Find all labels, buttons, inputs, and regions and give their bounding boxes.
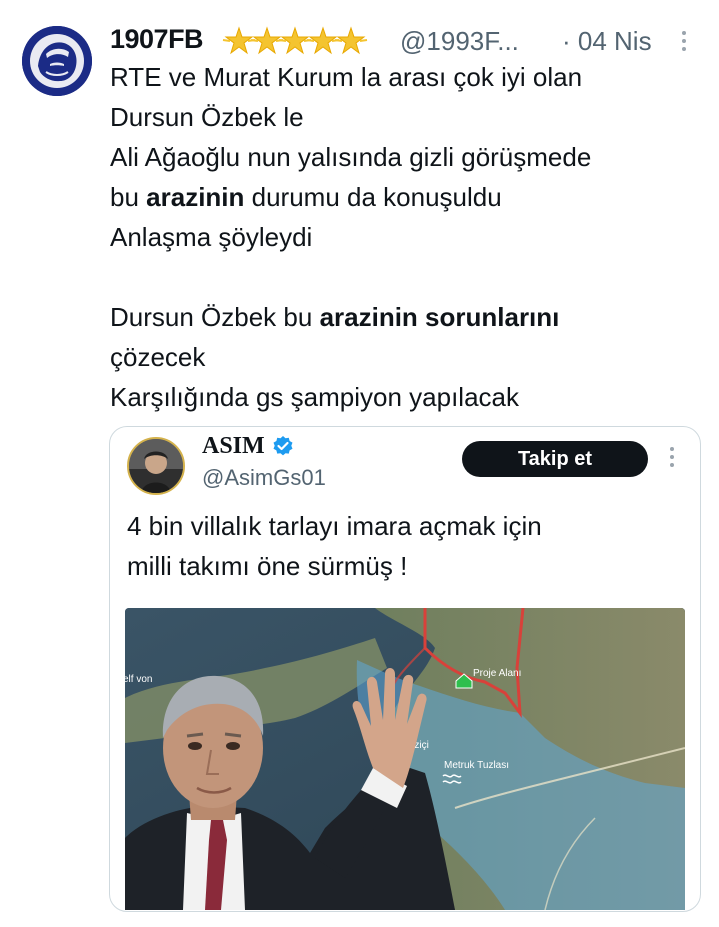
quoted-tweet-card[interactable]: ASIM @AsimGs01 Takip et 4 bin villalık t… <box>109 426 701 912</box>
tweet-header: 1907FB @1993F... · 04 Nis <box>110 22 700 58</box>
quoted-author-avatar[interactable] <box>127 437 185 495</box>
quoted-tweet-body: 4 bin villalık tarlayı imara açmak için … <box>127 506 687 586</box>
tweet-line: RTE ve Murat Kurum la arası çok iyi olan <box>110 62 583 92</box>
tweet-blank-line <box>110 257 705 297</box>
quoted-display-name[interactable]: ASIM <box>202 433 265 460</box>
more-vertical-icon[interactable] <box>678 28 690 56</box>
name-emoji-row <box>222 26 368 56</box>
map-label-edge: elf von <box>125 674 152 685</box>
quoted-line: milli takımı öne sürmüş ! <box>127 551 408 581</box>
bold-keyword: arazinin <box>146 182 245 212</box>
follow-button[interactable]: Takip et <box>462 441 648 477</box>
tweet-line: Dursun Özbek le <box>110 102 304 132</box>
tweet-line: Karşılığında gs şampiyon yapılacak <box>110 382 519 412</box>
map-label-project: Proje Alanı <box>473 668 521 679</box>
more-vertical-icon[interactable] <box>668 447 676 471</box>
tweet-body: RTE ve Murat Kurum la arası çok iyi olan… <box>110 57 705 417</box>
quoted-handle[interactable]: @AsimGs01 <box>202 465 326 491</box>
tweet-date[interactable]: · 04 Nis <box>562 26 652 57</box>
tweet-line: Anlaşma şöyleydi <box>110 222 313 252</box>
author-handle[interactable]: @1993F... <box>400 26 519 57</box>
verified-badge-icon <box>273 436 293 456</box>
star-emoji <box>334 26 368 55</box>
quoted-media-image[interactable]: Proje Alanı Boğaziçi Metruk Tuzlası elf … <box>125 608 685 910</box>
tweet-line: bu arazinin durumu da konuşuldu <box>110 182 502 212</box>
author-avatar[interactable] <box>22 26 92 96</box>
previous-tweet-cutoff <box>0 0 719 10</box>
author-display-name[interactable]: 1907FB <box>110 24 204 55</box>
tweet-line: Ali Ağaoğlu nun yalısında gizli görüşmed… <box>110 142 592 172</box>
bold-keyword: arazinin sorunlarını <box>319 302 560 332</box>
tweet-line: Dursun Özbek bu arazinin sorunlarını <box>110 302 560 332</box>
tweet-line: çözecek <box>110 342 206 372</box>
map-label-tuzla: Metruk Tuzlası <box>444 760 509 771</box>
quoted-line: 4 bin villalık tarlayı imara açmak için <box>127 511 542 541</box>
